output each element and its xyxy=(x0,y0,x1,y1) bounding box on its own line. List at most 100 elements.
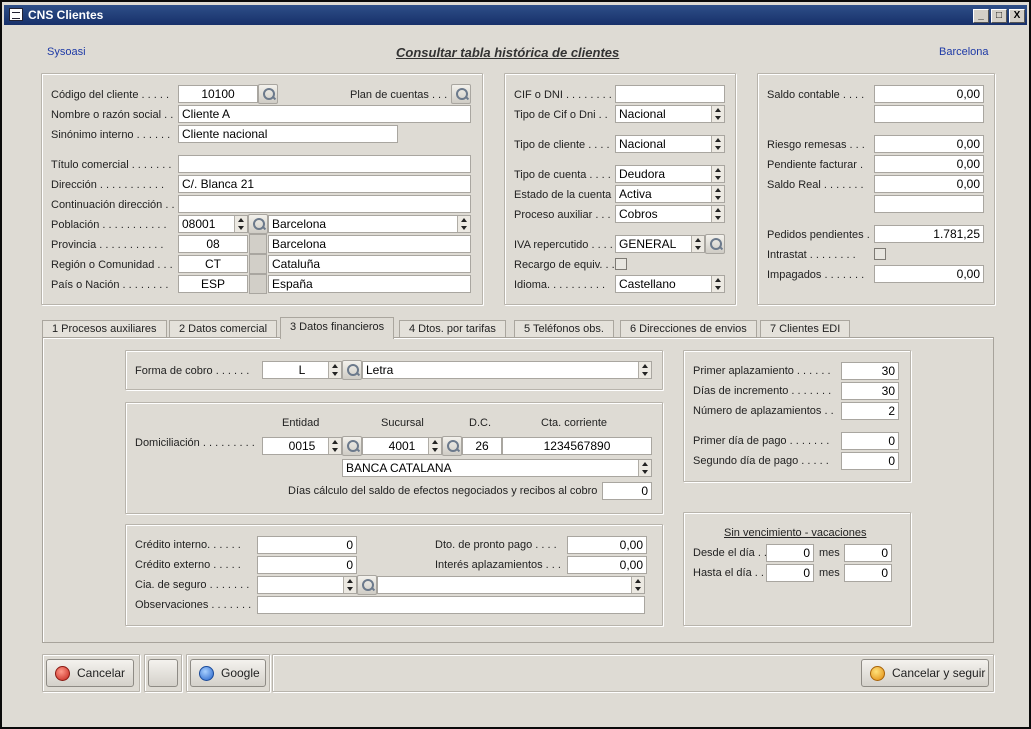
spin-icon[interactable] xyxy=(711,106,724,122)
provincia-button[interactable] xyxy=(249,234,267,254)
tipo-cif-select[interactable]: Nacional xyxy=(615,105,725,123)
minimize-button[interactable]: _ xyxy=(973,9,989,23)
region-field[interactable]: Cataluña xyxy=(268,255,471,273)
forma-search-icon[interactable] xyxy=(342,360,362,380)
spin-icon[interactable] xyxy=(638,362,651,378)
dias-calculo-field[interactable]: 0 xyxy=(602,482,652,500)
pedidos-field[interactable]: 1.781,25 xyxy=(874,225,984,243)
observaciones-field[interactable] xyxy=(257,596,645,614)
desde-dia-field[interactable]: 0 xyxy=(766,544,814,562)
codigo-lookup-button[interactable] xyxy=(258,84,278,104)
tab-direcciones-envios[interactable]: 6 Direcciones de envios xyxy=(620,320,757,338)
blank-button[interactable] xyxy=(148,659,178,687)
credito-interno-field[interactable]: 0 xyxy=(257,536,357,554)
tipo-cuenta-select[interactable]: Deudora xyxy=(615,165,725,183)
spin-icon[interactable] xyxy=(428,438,441,454)
spin-icon[interactable] xyxy=(234,216,247,232)
iva-search-icon[interactable] xyxy=(705,234,725,254)
tab-datos-comercial[interactable]: 2 Datos comercial xyxy=(169,320,278,338)
location-label: Barcelona xyxy=(939,46,989,58)
cancelar-seguir-button[interactable]: Cancelar y seguir xyxy=(861,659,989,687)
interes-field[interactable]: 0,00 xyxy=(567,556,647,574)
pendiente-field[interactable]: 0,00 xyxy=(874,155,984,173)
hasta-dia-field[interactable]: 0 xyxy=(766,564,814,582)
credito-externo-field[interactable]: 0 xyxy=(257,556,357,574)
forma-code-field[interactable]: L xyxy=(262,361,342,379)
spin-icon[interactable] xyxy=(711,166,724,182)
tab-procesos-auxiliares[interactable]: 1 Procesos auxiliares xyxy=(42,320,167,338)
cancel-continue-icon xyxy=(870,666,885,681)
saldo-contable-field[interactable]: 0,00 xyxy=(874,85,984,103)
provincia-field[interactable]: Barcelona xyxy=(268,235,471,253)
poblacion-search-icon[interactable] xyxy=(248,214,268,234)
close-button[interactable]: X xyxy=(1009,9,1025,23)
hasta-mes-field[interactable]: 0 xyxy=(844,564,892,582)
continuacion-field[interactable] xyxy=(178,195,471,213)
numero-aplaz-field[interactable]: 2 xyxy=(841,402,899,420)
spin-icon[interactable] xyxy=(328,438,341,454)
saldo-real-field[interactable]: 0,00 xyxy=(874,175,984,193)
spin-icon[interactable] xyxy=(638,460,651,476)
saldo-real-extra-field[interactable] xyxy=(874,195,984,213)
sinonimo-field[interactable]: Cliente nacional xyxy=(178,125,398,143)
riesgo-field[interactable]: 0,00 xyxy=(874,135,984,153)
spin-icon[interactable] xyxy=(691,236,704,252)
recargo-checkbox[interactable] xyxy=(615,258,627,270)
codigo-field[interactable]: 10100 xyxy=(178,85,258,103)
google-button[interactable]: Google xyxy=(190,659,266,687)
spin-icon[interactable] xyxy=(711,136,724,152)
spin-icon[interactable] xyxy=(631,577,644,593)
banco-field[interactable]: BANCA CATALANA xyxy=(342,459,652,477)
direccion-field[interactable]: C/. Blanca 21 xyxy=(178,175,471,193)
segundo-dia-field[interactable]: 0 xyxy=(841,452,899,470)
plan-search-icon[interactable] xyxy=(451,84,471,104)
region-button[interactable] xyxy=(249,254,267,274)
entidad-search-icon[interactable] xyxy=(342,436,362,456)
titulo-field[interactable] xyxy=(178,155,471,173)
cancelar-button[interactable]: Cancelar xyxy=(46,659,134,687)
pais-field[interactable]: España xyxy=(268,275,471,293)
impagados-field[interactable]: 0,00 xyxy=(874,265,984,283)
cia-code-field[interactable] xyxy=(257,576,357,594)
pais-code-field[interactable]: ESP xyxy=(178,275,248,293)
tab-clientes-edi[interactable]: 7 Clientes EDI xyxy=(760,320,851,338)
tab-telefonos[interactable]: 5 Teléfonos obs. xyxy=(514,320,614,338)
dc-field[interactable]: 26 xyxy=(462,437,502,455)
nombre-field[interactable]: Cliente A xyxy=(178,105,471,123)
forma-field[interactable]: Letra xyxy=(362,361,652,379)
iva-select[interactable]: GENERAL xyxy=(615,235,705,253)
spin-icon[interactable] xyxy=(711,206,724,222)
tipo-cliente-select[interactable]: Nacional xyxy=(615,135,725,153)
dias-incremento-field[interactable]: 30 xyxy=(841,382,899,400)
saldo-extra-field[interactable] xyxy=(874,105,984,123)
spin-icon[interactable] xyxy=(711,276,724,292)
cia-label: Cia. de seguro . . . . . . . xyxy=(135,579,250,591)
tab-dtos-tarifas[interactable]: 4 Dtos. por tarifas xyxy=(399,320,506,338)
poblacion-cp-field[interactable]: 08001 xyxy=(178,215,248,233)
entidad-field[interactable]: 0015 xyxy=(262,437,342,455)
spin-icon[interactable] xyxy=(457,216,470,232)
pais-button[interactable] xyxy=(249,274,267,294)
idioma-select[interactable]: Castellano xyxy=(615,275,725,293)
sucursal-search-icon[interactable] xyxy=(442,436,462,456)
primer-dia-field[interactable]: 0 xyxy=(841,432,899,450)
tab-datos-financieros[interactable]: 3 Datos financieros xyxy=(280,317,395,339)
maximize-button[interactable]: □ xyxy=(991,9,1007,23)
dto-field[interactable]: 0,00 xyxy=(567,536,647,554)
desde-mes-field[interactable]: 0 xyxy=(844,544,892,562)
primer-aplaz-field[interactable]: 30 xyxy=(841,362,899,380)
sucursal-field[interactable]: 4001 xyxy=(362,437,442,455)
spin-icon[interactable] xyxy=(328,362,341,378)
poblacion-field[interactable]: Barcelona xyxy=(268,215,471,233)
intrastat-checkbox[interactable] xyxy=(874,248,886,260)
provincia-code-field[interactable]: 08 xyxy=(178,235,248,253)
proceso-select[interactable]: Cobros xyxy=(615,205,725,223)
cia-field[interactable] xyxy=(377,576,645,594)
region-code-field[interactable]: CT xyxy=(178,255,248,273)
cia-search-icon[interactable] xyxy=(357,575,377,595)
estado-select[interactable]: Activa xyxy=(615,185,725,203)
cif-field[interactable] xyxy=(615,85,725,103)
cta-field[interactable]: 1234567890 xyxy=(502,437,652,455)
spin-icon[interactable] xyxy=(711,186,724,202)
spin-icon[interactable] xyxy=(343,577,356,593)
